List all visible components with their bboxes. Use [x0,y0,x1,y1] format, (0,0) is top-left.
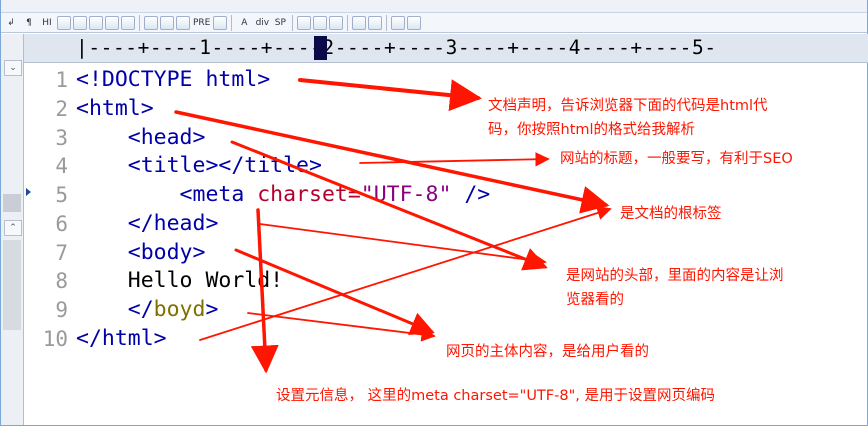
annotation-meta: 设置元信息， 这里的meta charset="UTF-8", 是用于设置网页编… [276,388,715,404]
annotation-root-tag: 是文档的根标签 [620,206,722,222]
annotation-head: 是网站的头部，里面的内容是让浏 览器看的 [566,268,784,308]
annotation-body: 网页的主体内容，是给用户看的 [446,344,649,360]
annotation-title: 网站的标题，一般要写，有利于SEO [560,151,793,167]
arrow-doctype [298,78,482,112]
arrow-meta [250,208,279,374]
annotation-arrows [174,78,612,374]
annotation-doctype: 文档声明，告诉浏览器下面的代码是html代 码，你按照html的格式给我解析 [488,98,768,138]
